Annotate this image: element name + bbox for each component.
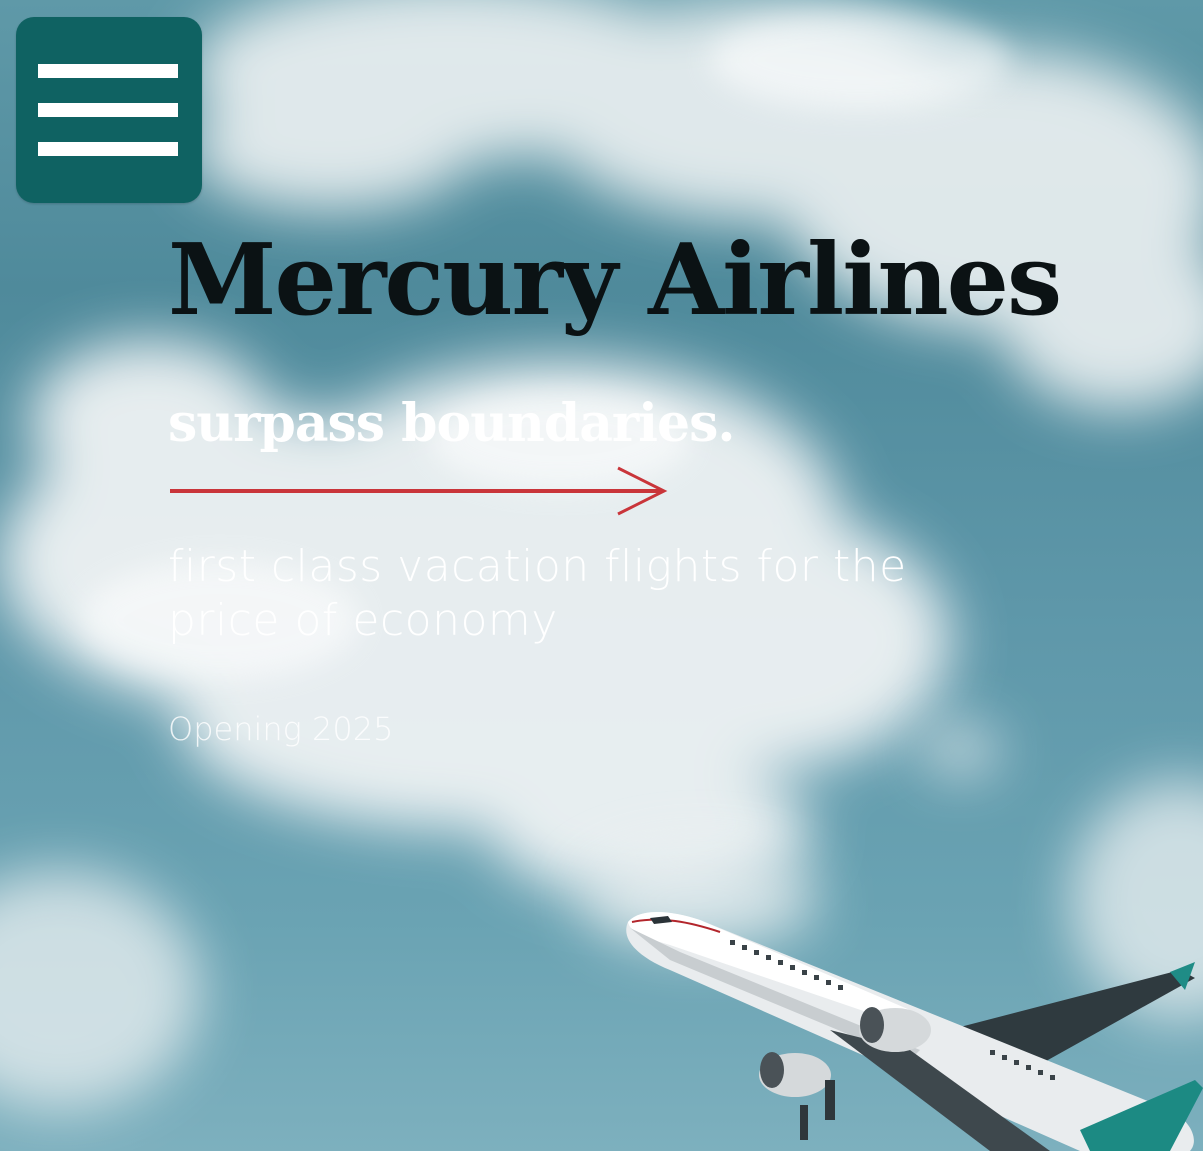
page-title: Mercury Airlines [168,223,1062,338]
arrow-right-icon [170,466,668,516]
hamburger-menu-icon [38,64,178,78]
hamburger-menu-icon-bar [38,142,178,156]
hero-subtitle: first class vacation flights for the pri… [168,541,907,646]
menu-button[interactable] [16,17,202,203]
hero-section: Mercury Airlines surpass boundaries. fir… [0,0,1203,1151]
tagline: surpass boundaries. [168,393,736,454]
hamburger-menu-icon-bar [38,103,178,117]
airplane-image [626,912,1203,1151]
opening-date: Opening 2025 [168,710,394,748]
